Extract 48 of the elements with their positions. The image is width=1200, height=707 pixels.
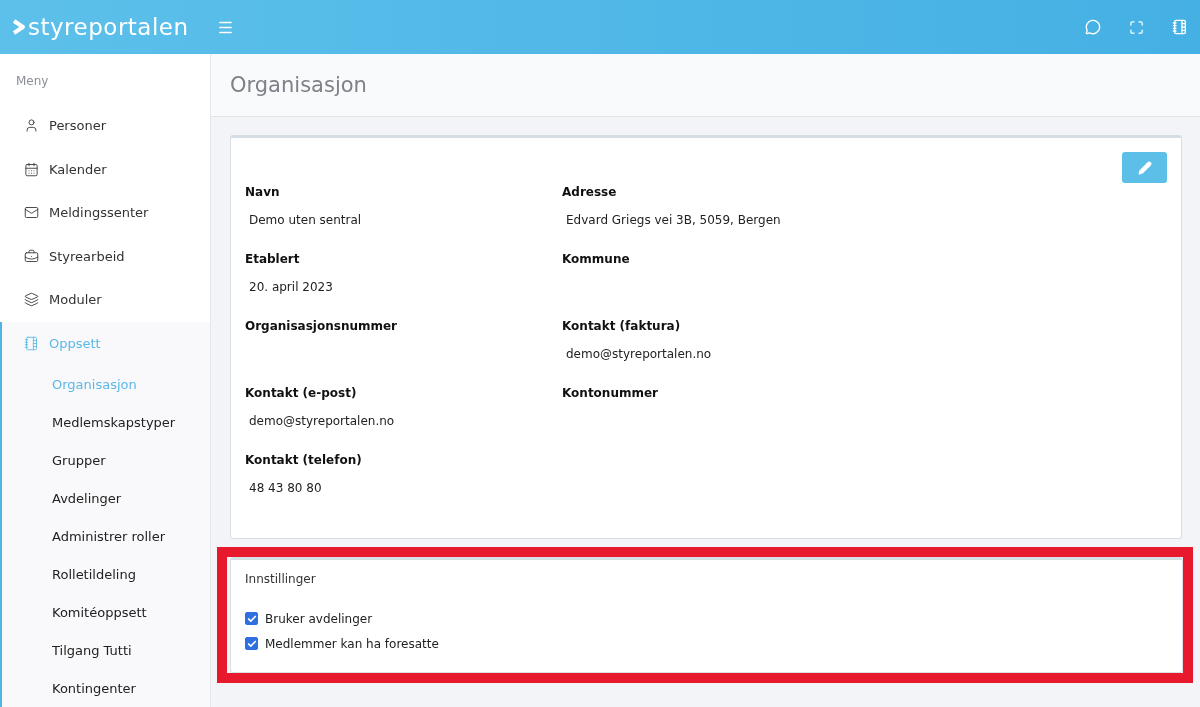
settings-title: Innstillinger (245, 572, 317, 586)
fullscreen-icon[interactable] (1129, 19, 1144, 35)
submenu-item[interactable]: Avdelinger (2, 479, 210, 517)
field-label: Etablert (245, 252, 301, 266)
sidebar-item[interactable]: Styrearbeid (0, 234, 210, 278)
edit-button[interactable] (1122, 152, 1167, 183)
field-value: demo@styreportalen.no (565, 347, 713, 361)
checkbox-option[interactable]: Bruker avdelinger (245, 606, 1168, 631)
sidebar-item[interactable]: Meldingssenter (0, 191, 210, 235)
submenu-item[interactable]: Komitéoppsett (2, 593, 210, 631)
person-icon (24, 118, 39, 134)
submenu-item[interactable]: Administrer roller (2, 517, 210, 555)
field-label: Adresse (562, 185, 618, 199)
field-value: 20. april 2023 (248, 280, 334, 294)
field-value: 48 43 80 80 (248, 481, 323, 495)
notebook-icon[interactable] (1172, 19, 1188, 35)
field-label: Organisasjonsnummer (245, 319, 399, 333)
checkbox-option[interactable]: Medlemmer kan ha foresatte (245, 631, 1168, 656)
pencil-icon (1137, 160, 1152, 175)
sidebar-heading: Meny (15, 73, 50, 90)
field-value: Edvard Griegs vei 3B, 5059, Bergen (565, 213, 782, 227)
field-value: demo@styreportalen.no (248, 414, 396, 428)
mail-icon (24, 205, 39, 221)
field-label: Kontakt (telefon) (245, 453, 363, 467)
field-label: Kontonummer (562, 386, 659, 400)
submenu-item[interactable]: Tilgang Tutti (2, 631, 210, 669)
field-label: Kontakt (e-post) (245, 386, 358, 400)
sidebar-item[interactable]: Personer (0, 104, 210, 148)
submenu-item[interactable]: Kontingenter (2, 669, 210, 707)
checkbox[interactable] (245, 637, 258, 650)
layers-icon (24, 292, 39, 308)
field-label: Kontakt (faktura) (562, 319, 682, 333)
chat-bubble-icon[interactable] (1085, 19, 1101, 35)
briefcase-icon (24, 248, 39, 264)
field-label: Navn (245, 185, 281, 199)
logo-text: styreportalen (28, 14, 189, 40)
calendar-icon (24, 161, 39, 177)
field-value: Demo uten sentral (248, 213, 363, 227)
chevron-logo-icon (12, 19, 26, 35)
submenu-item[interactable]: Rolletildeling (2, 555, 210, 593)
sidebar-item[interactable]: Kalender (0, 147, 210, 191)
page-title: Organisasjon (230, 73, 367, 97)
field-label: Kommune (562, 252, 631, 266)
checkbox[interactable] (245, 612, 258, 625)
notebook-icon (24, 335, 39, 351)
sidebar-item[interactable]: Moduler (0, 278, 210, 322)
submenu-item[interactable]: Grupper (2, 441, 210, 479)
submenu-item[interactable]: Medlemskapstyper (2, 403, 210, 441)
